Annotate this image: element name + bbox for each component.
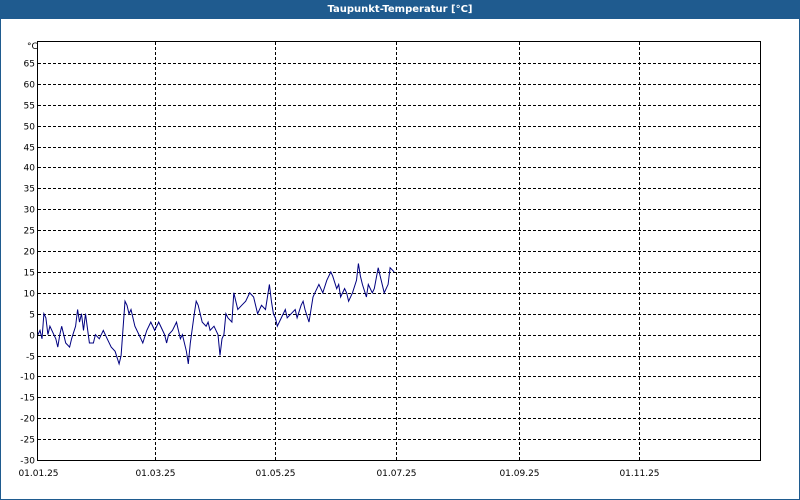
x-tick-label: 01.05.25: [255, 469, 295, 479]
y-tick-label: 15: [24, 269, 35, 279]
y-tick-label: -5: [26, 353, 35, 363]
x-tick-label: 01.09.25: [499, 469, 539, 479]
y-tick-label: 30: [24, 206, 36, 216]
y-tick-label: 0: [29, 332, 35, 342]
y-tick-label: -30: [20, 457, 35, 467]
y-tick-label: -15: [20, 394, 35, 404]
y-tick-label: 10: [24, 290, 36, 300]
grid-lines: [38, 42, 760, 461]
y-tick-label: 60: [24, 81, 36, 91]
y-tick-label: 25: [24, 227, 35, 237]
x-tick-label: 01.07.25: [376, 469, 416, 479]
y-tick-label: 65: [24, 60, 35, 70]
y-tick-label: -20: [20, 415, 35, 425]
window-title: Taupunkt-Temperatur [°C]: [1, 1, 799, 19]
y-tick-label: 35: [24, 185, 35, 195]
y-tick-label: 20: [24, 248, 36, 258]
y-tick-label: 45: [24, 144, 35, 154]
x-tick-label: 01.11.25: [619, 469, 659, 479]
y-tick-label: -10: [20, 373, 35, 383]
series-line: [37, 263, 395, 366]
y-tick-label: 5: [29, 311, 35, 321]
chart-area: 65605550454035302520151050-5-10-15-20-25…: [18, 41, 761, 479]
x-tick-label: 01.01.25: [18, 469, 58, 479]
y-tick-label: -25: [20, 436, 35, 446]
chart-window: Taupunkt-Temperatur [°C] 65 60 55 50 45 40 35 3…: [0, 0, 800, 500]
x-tick-label: 01.03.25: [135, 469, 175, 479]
x-axis: 01.01.25 01.03.25 01.05.25 01.07.25 01.09.25…: [18, 469, 659, 479]
y-axis: 65605550454035302520151050-5-10-15-20-25…: [20, 60, 35, 467]
y-tick-label: 50: [24, 123, 36, 133]
y-tick-label: 40: [24, 164, 36, 174]
y-tick-label: 55: [24, 102, 35, 112]
y-axis-unit-label: °C: [27, 42, 38, 52]
